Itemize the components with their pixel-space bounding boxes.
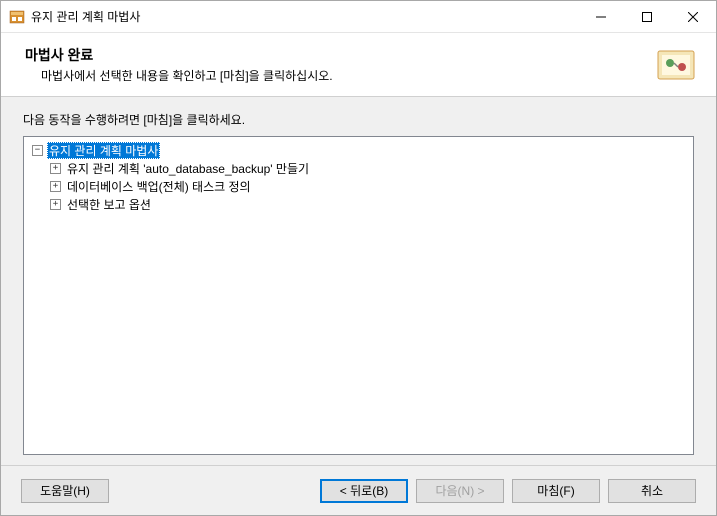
titlebar: 유지 관리 계획 마법사: [1, 1, 716, 33]
header-text: 마법사 완료 마법사에서 선택한 내용을 확인하고 [마침]을 클릭하십시오.: [25, 45, 652, 84]
header-subtitle: 마법사에서 선택한 내용을 확인하고 [마침]을 클릭하십시오.: [25, 67, 652, 84]
next-button: 다음(N) >: [416, 479, 504, 503]
button-bar: 도움말(H) < 뒤로(B) 다음(N) > 마침(F) 취소: [1, 465, 716, 515]
tree-item[interactable]: + 유지 관리 계획 'auto_database_backup' 만들기: [28, 159, 689, 177]
tree-children: + 유지 관리 계획 'auto_database_backup' 만들기 + …: [28, 159, 689, 213]
cancel-button[interactable]: 취소: [608, 479, 696, 503]
tree-item[interactable]: + 선택한 보고 옵션: [28, 195, 689, 213]
tree-item-label[interactable]: 선택한 보고 옵션: [65, 196, 153, 213]
wizard-header-icon: [652, 41, 700, 89]
instruction-text: 다음 동작을 수행하려면 [마침]을 클릭하세요.: [23, 111, 694, 128]
wizard-header: 마법사 완료 마법사에서 선택한 내용을 확인하고 [마침]을 클릭하십시오.: [1, 33, 716, 97]
back-button[interactable]: < 뒤로(B): [320, 479, 408, 503]
help-button[interactable]: 도움말(H): [21, 479, 109, 503]
expand-icon[interactable]: +: [50, 163, 61, 174]
header-title: 마법사 완료: [25, 45, 652, 65]
tree-item-label[interactable]: 유지 관리 계획 'auto_database_backup' 만들기: [65, 160, 311, 177]
app-icon: [9, 9, 25, 25]
wizard-window: 유지 관리 계획 마법사 마법사 완료 마법사에서 선택한 내용을 확인하고 […: [0, 0, 717, 516]
finish-button[interactable]: 마침(F): [512, 479, 600, 503]
tree-item-label[interactable]: 데이터베이스 백업(전체) 태스크 정의: [65, 178, 253, 195]
tree-root-label[interactable]: 유지 관리 계획 마법사: [47, 142, 160, 159]
window-title: 유지 관리 계획 마법사: [31, 8, 578, 25]
minimize-button[interactable]: [578, 1, 624, 32]
expand-icon[interactable]: +: [50, 181, 61, 192]
summary-tree[interactable]: − 유지 관리 계획 마법사 + 유지 관리 계획 'auto_database…: [23, 136, 694, 455]
window-controls: [578, 1, 716, 32]
expand-icon[interactable]: +: [50, 199, 61, 210]
close-button[interactable]: [670, 1, 716, 32]
maximize-button[interactable]: [624, 1, 670, 32]
tree-item[interactable]: + 데이터베이스 백업(전체) 태스크 정의: [28, 177, 689, 195]
collapse-icon[interactable]: −: [32, 145, 43, 156]
content-area: 다음 동작을 수행하려면 [마침]을 클릭하세요. − 유지 관리 계획 마법사…: [1, 97, 716, 465]
tree-root-node[interactable]: − 유지 관리 계획 마법사: [28, 141, 689, 159]
